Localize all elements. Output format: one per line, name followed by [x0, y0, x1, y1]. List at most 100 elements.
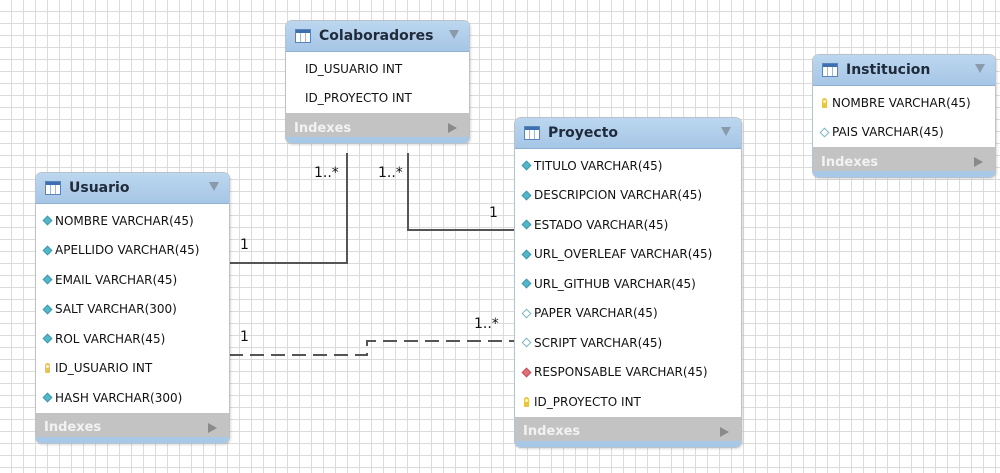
- column-label: EMAIL VARCHAR(45): [55, 272, 178, 287]
- chevron-right-icon[interactable]: [448, 123, 457, 133]
- column-label: SALT VARCHAR(300): [55, 302, 177, 317]
- table-icon: [822, 63, 838, 77]
- column-row[interactable]: ID_PROYECTO INT: [286, 84, 469, 114]
- indexes-label: Indexes: [523, 424, 581, 439]
- column-label: SCRIPT VARCHAR(45): [534, 335, 663, 350]
- indexes-bar[interactable]: Indexes: [36, 412, 229, 443]
- cardinality-label: 1..*: [314, 165, 339, 181]
- cardinality-label: 1: [240, 329, 249, 345]
- table-institucion[interactable]: Institucion NOMBRE VARCHAR(45) PAIS VARCH…: [812, 54, 996, 178]
- table-header[interactable]: Usuario: [36, 173, 229, 204]
- column-row[interactable]: EMAIL VARCHAR(45): [36, 265, 229, 295]
- column-list: NOMBRE VARCHAR(45) PAIS VARCHAR(45): [813, 86, 995, 147]
- table-title: Usuario: [69, 180, 130, 196]
- column-label: NOMBRE VARCHAR(45): [55, 213, 194, 228]
- diamond-filled-icon: [521, 160, 531, 171]
- key-icon: [523, 396, 529, 407]
- column-label: NOMBRE VARCHAR(45): [832, 95, 971, 110]
- diamond-filled-icon: [42, 245, 52, 256]
- table-title: Proyecto: [548, 125, 619, 141]
- column-row[interactable]: URL_OVERLEAF VARCHAR(45): [515, 240, 741, 270]
- column-row[interactable]: ESTADO VARCHAR(45): [515, 210, 741, 240]
- column-row[interactable]: ROL VARCHAR(45): [36, 324, 229, 354]
- column-row[interactable]: NOMBRE VARCHAR(45): [813, 88, 995, 118]
- column-row[interactable]: TITULO VARCHAR(45): [515, 151, 741, 181]
- column-label: ROL VARCHAR(45): [55, 331, 166, 346]
- diamond-empty-icon: [521, 308, 531, 319]
- column-list: TITULO VARCHAR(45) DESCRIPCION VARCHAR(45…: [515, 149, 741, 417]
- column-list: ID_USUARIO INT ID_PROYECTO INT: [286, 52, 469, 113]
- column-row[interactable]: SALT VARCHAR(300): [36, 295, 229, 325]
- indexes-bar[interactable]: Indexes: [813, 147, 995, 177]
- column-icon-slot: [519, 249, 533, 260]
- column-label: TITULO VARCHAR(45): [534, 158, 663, 173]
- indexes-label: Indexes: [294, 120, 352, 136]
- column-row[interactable]: PAPER VARCHAR(45): [515, 299, 741, 329]
- column-row[interactable]: HASH VARCHAR(300): [36, 383, 229, 413]
- chevron-right-icon[interactable]: [974, 157, 983, 167]
- column-icon-slot: [817, 127, 831, 138]
- column-icon-slot: [519, 219, 533, 230]
- column-icon-slot: [40, 245, 54, 256]
- column-icon-slot: [40, 392, 54, 403]
- column-icon-slot: [519, 278, 533, 289]
- chevron-right-icon[interactable]: [720, 426, 729, 437]
- table-icon: [45, 181, 61, 195]
- diamond-filled-icon: [521, 190, 531, 201]
- column-label: ID_USUARIO INT: [55, 361, 153, 376]
- table-icon: [524, 126, 540, 140]
- column-list: NOMBRE VARCHAR(45) APELLIDO VARCHAR(45) EM…: [36, 204, 229, 413]
- column-row[interactable]: RESPONSABLE VARCHAR(45): [515, 358, 741, 388]
- column-label: APELLIDO VARCHAR(45): [55, 243, 200, 258]
- table-title: Institucion: [846, 62, 931, 78]
- cardinality-label: 1..*: [378, 165, 403, 181]
- column-icon-slot: [40, 333, 54, 344]
- column-label: URL_OVERLEAF VARCHAR(45): [534, 247, 713, 262]
- column-row[interactable]: APELLIDO VARCHAR(45): [36, 236, 229, 266]
- column-row[interactable]: URL_GITHUB VARCHAR(45): [515, 269, 741, 299]
- column-icon-slot: [817, 97, 831, 108]
- table-proyecto[interactable]: Proyecto TITULO VARCHAR(45) DESCRIPCION V…: [514, 117, 742, 448]
- diamond-red-icon: [521, 367, 531, 378]
- cardinality-label: 1: [240, 237, 249, 253]
- table-header[interactable]: Colaboradores: [286, 21, 469, 52]
- column-row[interactable]: NOMBRE VARCHAR(45): [36, 206, 229, 236]
- diamond-filled-icon: [42, 215, 52, 226]
- key-icon: [44, 363, 50, 374]
- diamond-empty-icon: [819, 127, 829, 138]
- column-icon-slot: [519, 396, 533, 407]
- column-row[interactable]: DESCRIPCION VARCHAR(45): [515, 181, 741, 211]
- column-row[interactable]: ID_USUARIO INT: [36, 354, 229, 384]
- relationship-line-usuario-proyecto[interactable]: [229, 340, 515, 356]
- chevron-down-icon[interactable]: [975, 64, 985, 73]
- table-header[interactable]: Proyecto: [515, 118, 741, 149]
- column-row[interactable]: SCRIPT VARCHAR(45): [515, 328, 741, 358]
- column-row[interactable]: PAIS VARCHAR(45): [813, 118, 995, 148]
- indexes-bar[interactable]: Indexes: [286, 113, 469, 143]
- relationship-line-colaboradores-proyecto[interactable]: [407, 153, 515, 231]
- table-usuario[interactable]: Usuario NOMBRE VARCHAR(45) APELLIDO VARCH…: [35, 172, 230, 444]
- column-icon-slot: [40, 215, 54, 226]
- chevron-right-icon[interactable]: [208, 422, 217, 433]
- table-colaboradores[interactable]: Colaboradores ID_USUARIO INT ID_PROYECTO …: [285, 20, 470, 144]
- table-bottom-bar: [286, 137, 469, 143]
- chevron-down-icon[interactable]: [209, 182, 219, 191]
- indexes-bar[interactable]: Indexes: [515, 416, 741, 447]
- column-label: ID_PROYECTO INT: [305, 91, 412, 106]
- column-label: ID_PROYECTO INT: [534, 394, 641, 409]
- chevron-down-icon[interactable]: [449, 30, 459, 39]
- column-row[interactable]: ID_PROYECTO INT: [515, 387, 741, 417]
- table-bottom-bar: [813, 171, 995, 177]
- table-bottom-bar: [36, 436, 229, 443]
- table-header[interactable]: Institucion: [813, 55, 995, 86]
- diamond-filled-icon: [42, 392, 52, 403]
- column-icon-slot: [519, 190, 533, 201]
- diamond-filled-icon: [42, 274, 52, 285]
- column-label: RESPONSABLE VARCHAR(45): [534, 365, 708, 380]
- column-icon-slot: [40, 274, 54, 285]
- chevron-down-icon[interactable]: [721, 127, 731, 136]
- column-icon-slot: [40, 304, 54, 315]
- table-bottom-bar: [515, 440, 741, 447]
- column-row[interactable]: ID_USUARIO INT: [286, 54, 469, 84]
- table-title: Colaboradores: [319, 28, 434, 44]
